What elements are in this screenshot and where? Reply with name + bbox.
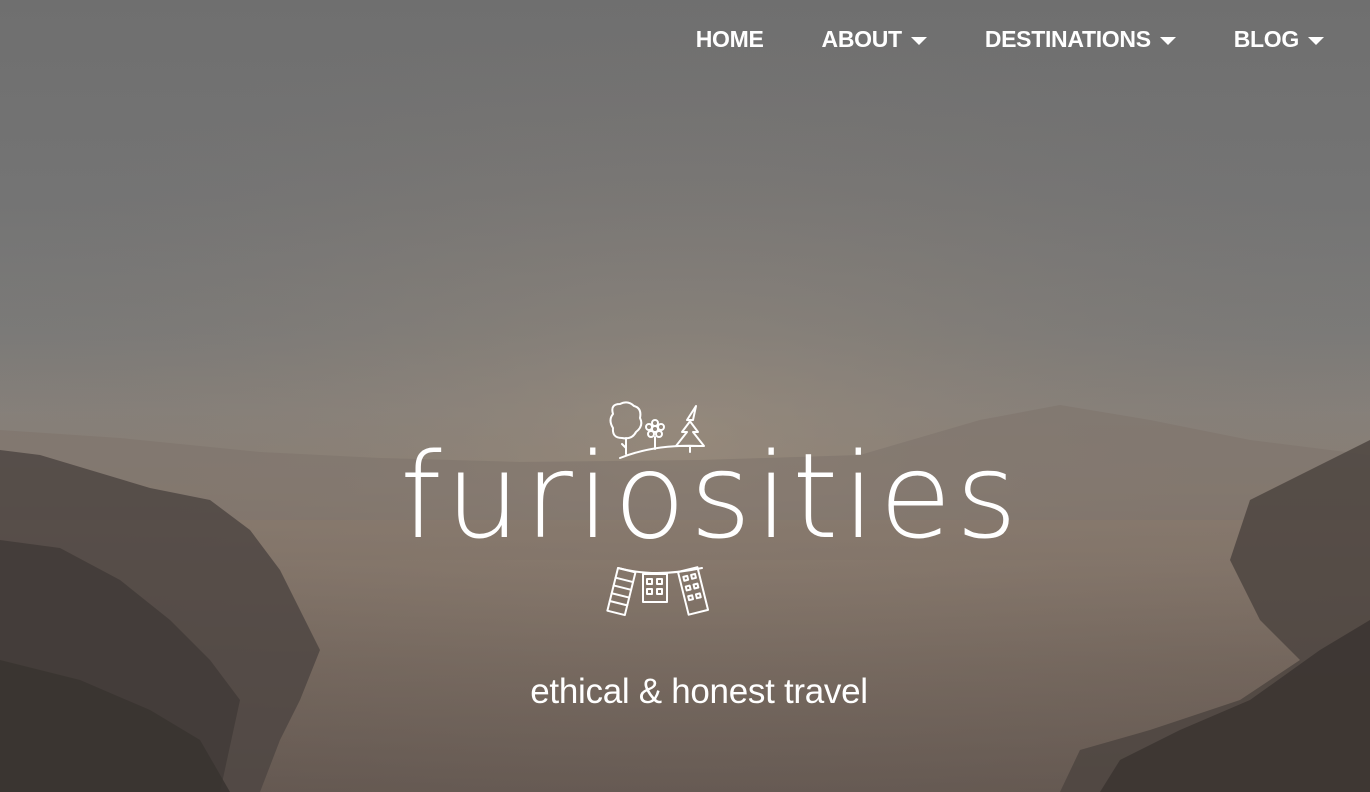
nav-item-blog[interactable]: BLOG xyxy=(1234,22,1324,56)
caret-down-icon xyxy=(1308,36,1324,45)
site-tagline: ethical & honest travel xyxy=(530,672,868,711)
nav-item-destinations-label: DESTINATIONS xyxy=(984,25,1151,52)
nav-item-blog-label: BLOG xyxy=(1233,25,1300,52)
caret-down-icon xyxy=(1159,36,1176,45)
nav-item-home[interactable]: HOME xyxy=(696,22,764,56)
nav-item-about[interactable]: ABOUT xyxy=(822,22,927,56)
caret-down-icon xyxy=(910,36,927,45)
hero-section: HOME ABOUT DESTINATIONS BLOG furiosities… xyxy=(0,0,1370,792)
main-nav: HOME ABOUT DESTINATIONS BLOG xyxy=(696,22,1324,56)
site-logo[interactable]: furiosities xyxy=(400,396,1017,628)
nav-item-home-label: HOME xyxy=(695,25,764,52)
nav-item-about-label: ABOUT xyxy=(821,25,903,52)
nav-item-destinations[interactable]: DESTINATIONS xyxy=(985,22,1176,56)
bunting-houses-icon xyxy=(606,566,710,617)
